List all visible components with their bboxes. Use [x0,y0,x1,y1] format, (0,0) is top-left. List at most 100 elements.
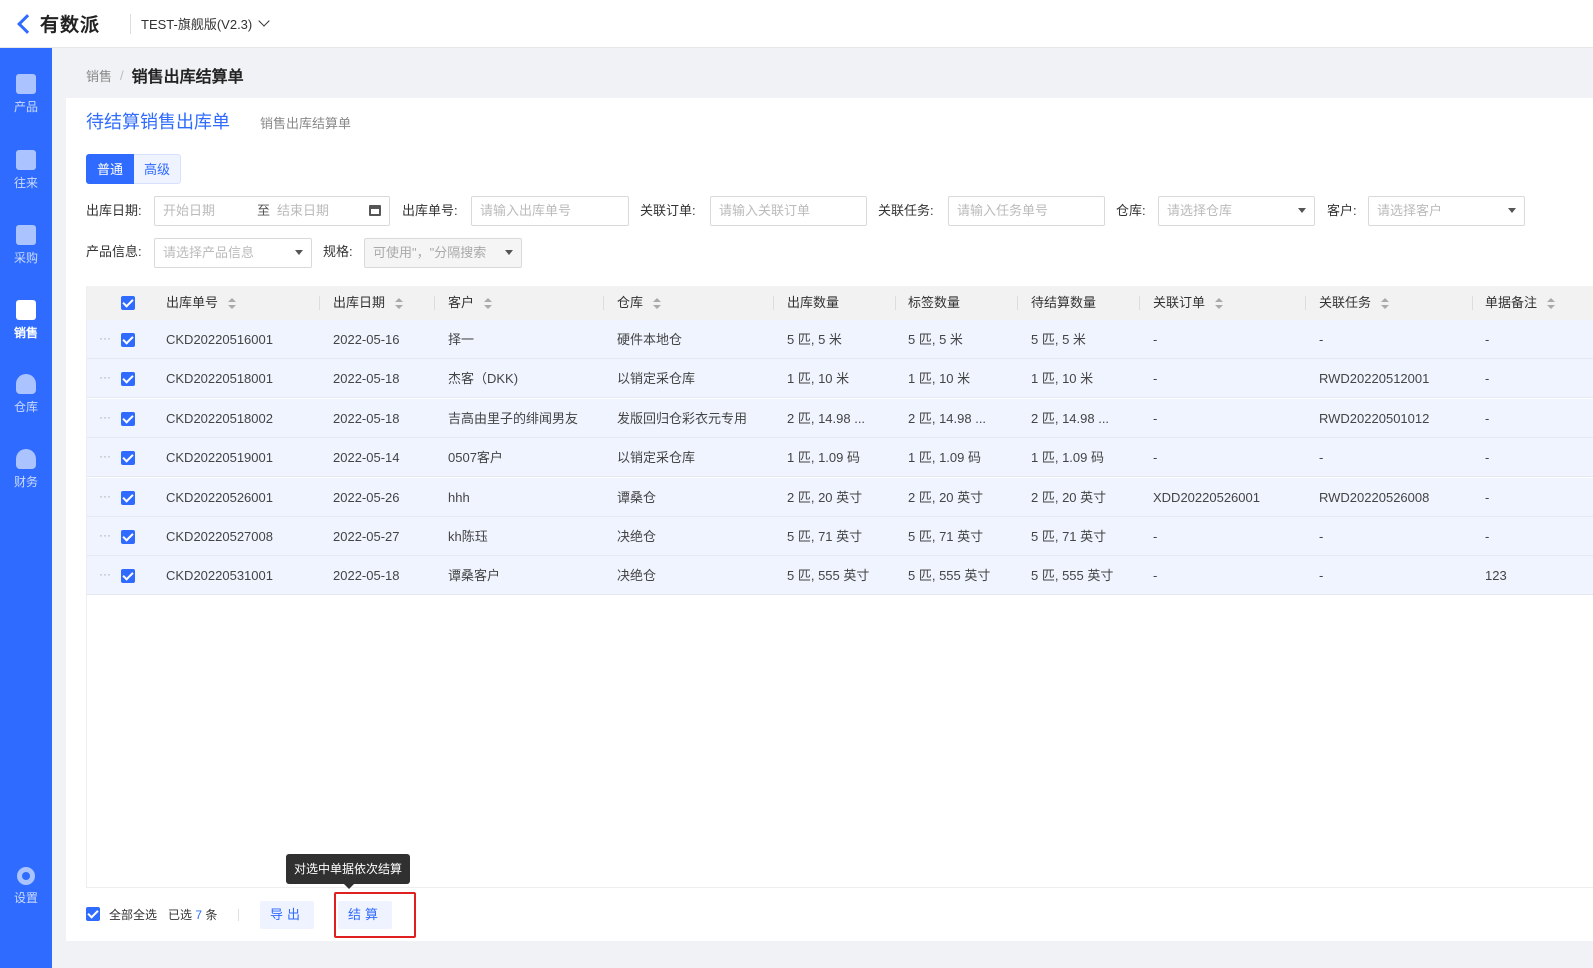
cell-warehouse: 以销定采仓库 [617,371,696,387]
table-row[interactable]: ··· CKD20220526001 2022-05-26 hhh 谭桑仓 2 匹, 20… [87,477,1593,517]
cell-remark: - [1485,410,1490,426]
selected-count: 7 [195,908,203,922]
select-all-label[interactable]: 全部全选 [109,898,157,932]
select-all-checkbox[interactable] [86,907,100,921]
cell-warehouse: 谭桑仓 [617,489,657,505]
sort-icon[interactable] [228,297,237,310]
end-date-input[interactable]: 结束日期 [277,197,329,225]
export-button[interactable]: 导出 [260,901,315,929]
row-checkbox[interactable] [121,411,135,426]
contact-icon [16,149,36,170]
logo-chevron-icon [16,14,36,34]
breadcrumb-separator: / [120,67,124,83]
row-checkbox[interactable] [121,530,135,544]
sidebar-item-contacts[interactable]: 往来 [0,140,52,200]
sidebar-item-products[interactable]: 产品 [0,64,52,124]
row-checkbox[interactable] [121,333,135,347]
column-header-out-date[interactable]: 出库日期 [333,286,404,320]
normal-search-button[interactable]: 普通 [86,154,135,184]
cell-out-qty: 5 匹, 5 米 [787,332,842,347]
cell-customer: 杰客（DKK) [448,371,519,387]
header-select-all-checkbox[interactable] [121,296,135,310]
sort-icon[interactable] [1547,297,1556,310]
tab-settlement-list[interactable]: 销售出库结算单 [260,113,351,132]
row-checkbox[interactable] [121,372,135,387]
cell-label-qty: 1 匹, 10 米 [908,371,971,387]
table-row[interactable]: ··· CKD20220518001 2022-05-18 杰客（DKK) 以销定采仓库… [87,359,1593,399]
sidebar-item-warehouse[interactable]: 仓库 [0,364,52,424]
warehouse-select[interactable]: 请选择仓库 [1158,196,1315,226]
calendar-icon[interactable] [369,205,381,216]
cell-label-qty: 5 匹, 555 英寸 [908,568,991,584]
column-header-label-qty: 标签数量 [908,295,961,310]
version-selector[interactable]: TEST-旗舰版(V2.3) [141,14,270,33]
column-header-pending-qty: 待结算数量 [1031,295,1097,310]
column-header-remark[interactable]: 单据备注 [1485,286,1556,320]
row-checkbox[interactable] [121,451,135,466]
column-header-warehouse[interactable]: 仓库 [617,286,662,320]
cell-label-qty: 5 匹, 5 米 [908,332,963,347]
sort-icon[interactable] [653,297,662,310]
row-checkbox[interactable] [121,490,135,505]
tab-pending-settlement[interactable]: 待结算销售出库单 [86,108,230,134]
cell-customer: 择一 [448,332,475,347]
caret-down-icon [505,250,513,255]
row-menu-icon[interactable]: ··· [99,399,111,435]
spec-select-value: 可使用"，"分隔搜索 [373,245,487,260]
row-menu-icon[interactable]: ··· [99,478,111,514]
row-menu-icon[interactable]: ··· [99,517,111,553]
date-range-picker[interactable]: 开始日期 至 结束日期 [154,196,390,226]
column-header-related-task[interactable]: 关联任务 [1319,286,1390,320]
row-menu-icon[interactable]: ··· [99,320,111,356]
cell-pending-qty: 5 匹, 5 米 [1031,332,1086,347]
advanced-search-button[interactable]: 高级 [134,154,182,184]
cell-out-no: CKD20220518002 [166,410,273,426]
cell-pending-qty: 2 匹, 14.98 ... [1031,410,1110,426]
row-checkbox[interactable] [121,569,135,584]
breadcrumb-parent[interactable]: 销售 [86,66,112,85]
column-divider [773,296,774,310]
app-logo[interactable]: 有数派 [0,10,128,37]
sidebar-item-finance[interactable]: 财务 [0,439,52,499]
cell-remark: - [1485,450,1490,466]
column-divider [603,296,604,310]
sort-icon[interactable] [395,297,404,310]
column-header-customer[interactable]: 客户 [448,286,493,320]
table-row[interactable]: ··· CKD20220519001 2022-05-14 0507客户 以销定采仓库 1… [87,438,1593,478]
sidebar: 产品 往来 采购 销售 仓库 财务 设置 [0,48,52,968]
spec-label: 规格: [323,244,353,259]
out-no-input[interactable]: 请输入出库单号 [471,196,629,226]
sidebar-item-label: 仓库 [13,399,38,414]
column-header-out-no[interactable]: 出库单号 [166,286,237,320]
cell-out-date: 2022-05-18 [333,410,400,426]
product-select[interactable]: 请选择产品信息 [154,238,312,268]
column-header-out-qty: 出库数量 [787,295,840,310]
column-header-related-order[interactable]: 关联订单 [1153,286,1224,320]
sort-icon[interactable] [484,297,493,310]
gear-icon [17,866,35,885]
sidebar-item-purchase[interactable]: 采购 [0,215,52,275]
warehouse-label: 仓库: [1116,203,1146,218]
row-menu-icon[interactable]: ··· [99,359,111,395]
cell-related-order: - [1153,410,1158,426]
cell-out-date: 2022-05-27 [333,529,400,544]
date-range-separator: 至 [257,203,271,218]
column-divider [434,296,435,310]
sidebar-item-settings[interactable]: 设置 [0,856,52,916]
start-date-input[interactable]: 开始日期 [163,203,215,218]
row-menu-icon[interactable]: ··· [99,556,111,592]
sort-icon[interactable] [1381,297,1390,310]
table-row[interactable]: ··· CKD20220516001 2022-05-16 择一 硬件本地仓 5 匹, 5… [87,320,1593,359]
table-row[interactable]: ··· CKD20220518002 2022-05-18 吉高由里子的绯闻男友 发版回… [87,398,1593,438]
order-input[interactable]: 请输入关联订单 [710,196,867,226]
top-bar: 有数派 TEST-旗舰版(V2.3) [0,0,1593,48]
customer-select[interactable]: 请选择客户 [1368,196,1525,226]
table-row[interactable]: ··· CKD20220527008 2022-05-27 kh陈珏 决绝仓 5 匹, 7… [87,517,1593,556]
table-row[interactable]: ··· CKD20220531001 2022-05-18 谭桑客户 决绝仓 5 匹, 5… [87,556,1593,596]
warehouse-icon [16,373,36,394]
sort-icon[interactable] [1215,297,1224,310]
task-input[interactable]: 请输入任务单号 [948,196,1105,226]
column-divider [1017,296,1018,310]
row-menu-icon[interactable]: ··· [99,438,111,474]
sidebar-item-sales[interactable]: 销售 [0,290,52,350]
